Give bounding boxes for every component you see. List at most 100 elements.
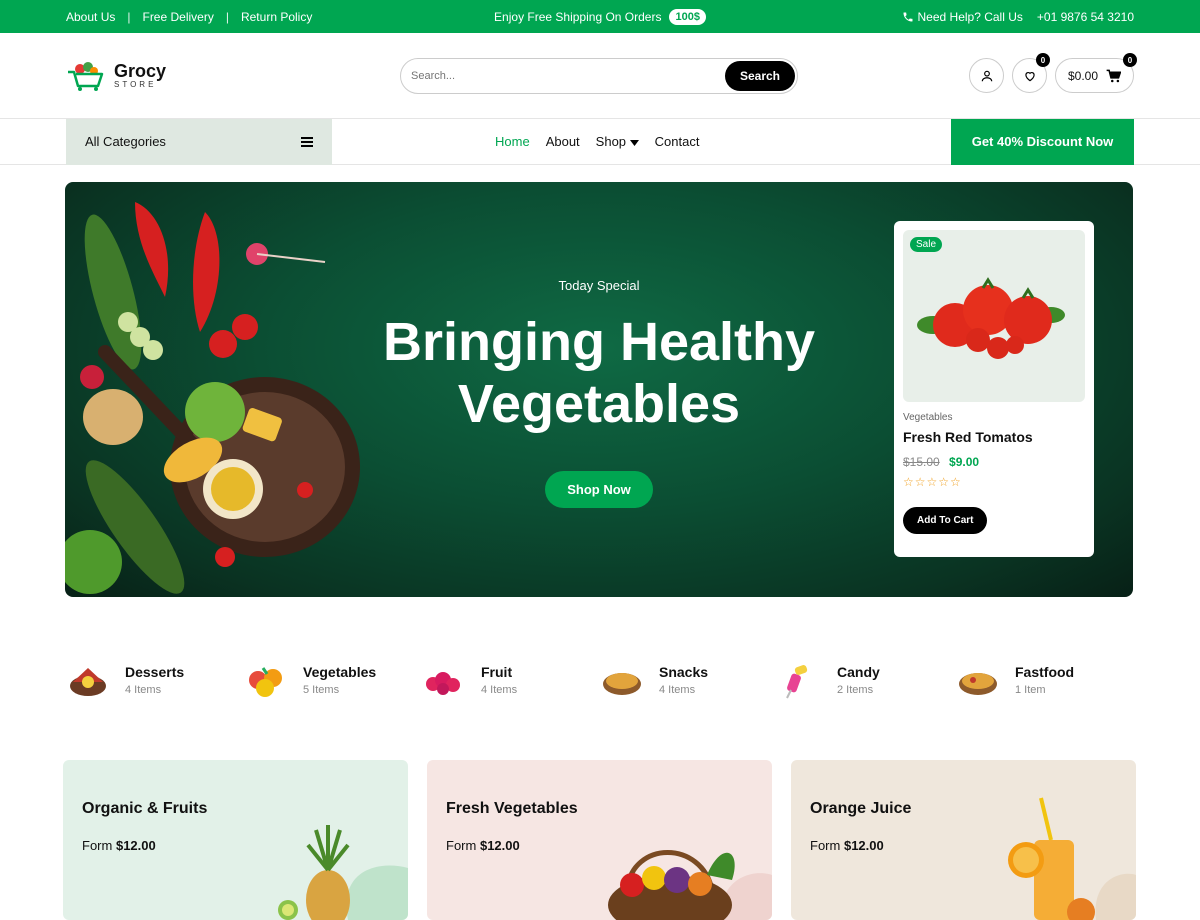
- promo-cards: Organic & Fruits Form $12.00 Fresh Veget…: [63, 760, 1136, 920]
- cart-icon: [1106, 69, 1122, 82]
- product-category: Vegetables: [903, 412, 953, 423]
- category-fruit[interactable]: Fruit 4 Items: [421, 660, 599, 700]
- phone-icon: [903, 12, 912, 21]
- promo-from-label: Form: [446, 838, 477, 853]
- desserts-icon: [70, 668, 106, 696]
- about-us-link[interactable]: About Us: [66, 10, 115, 24]
- nav-item-shop-label: Shop: [595, 134, 627, 149]
- add-to-cart-button[interactable]: Add To Cart: [903, 507, 988, 534]
- cart-button[interactable]: $0.00 0: [1055, 53, 1137, 93]
- hero-title: Bringing Healthy Vegetables: [375, 311, 823, 435]
- account-button[interactable]: [969, 58, 1004, 93]
- promo-price-value: $12.00: [115, 838, 156, 853]
- separator: |: [127, 9, 131, 24]
- shipping-threshold-badge: 100$: [669, 8, 706, 25]
- free-delivery-link[interactable]: Free Delivery: [142, 10, 213, 24]
- user-icon: [981, 70, 992, 81]
- promo-from-label: Form: [82, 838, 113, 853]
- wishlist-count: 0: [1036, 53, 1050, 67]
- shop-now-button[interactable]: Shop Now: [545, 471, 653, 508]
- category-count: 5 Items: [303, 684, 340, 696]
- snacks-icon: [603, 673, 641, 695]
- logo[interactable]: Grocy STORE: [66, 60, 166, 92]
- category-strip: Desserts 4 Items Vegetables 5 Items Frui…: [65, 660, 1133, 700]
- category-desserts[interactable]: Desserts 4 Items: [65, 660, 243, 700]
- category-count: 2 Items: [837, 684, 874, 696]
- top-links: About Us | Free Delivery | Return Policy: [66, 10, 312, 24]
- all-categories-button[interactable]: All Categories: [66, 118, 332, 165]
- category-count: 4 Items: [659, 684, 696, 696]
- shipping-promo-text: Enjoy Free Shipping On Orders: [494, 9, 662, 24]
- promo-organic-fruits[interactable]: Organic & Fruits Form $12.00: [63, 760, 408, 920]
- top-bar: About Us | Free Delivery | Return Policy…: [0, 0, 1200, 33]
- vegetables-icon: [249, 667, 282, 697]
- hero-banner: Today Special Bringing Healthy Vegetable…: [65, 182, 1133, 597]
- all-categories-label: All Categories: [85, 134, 166, 149]
- main-nav: All Categories Home About Shop Contact G…: [0, 118, 1200, 165]
- rating-stars: ☆☆☆☆☆: [903, 475, 962, 489]
- search-button[interactable]: Search: [725, 60, 795, 91]
- phone-number-link[interactable]: +01 9876 54 3210: [1037, 10, 1134, 24]
- promo-orange-juice[interactable]: Orange Juice Form $12.00: [791, 760, 1136, 920]
- help-label: Need Help? Call Us: [917, 9, 1023, 24]
- category-name: Vegetables: [303, 664, 377, 680]
- cart-total: $0.00: [1067, 68, 1099, 83]
- promo-fresh-vegetables[interactable]: Fresh Vegetables Form $12.00: [427, 760, 772, 920]
- hamburger-icon: [301, 136, 313, 147]
- product-name[interactable]: Fresh Red Tomatos: [903, 429, 1085, 445]
- separator: |: [225, 9, 229, 24]
- category-name: Fastfood: [1015, 664, 1075, 680]
- category-count: 1 Item: [1015, 684, 1046, 696]
- vegetables-illustration: [65, 202, 360, 594]
- nav-item-contact[interactable]: Contact: [655, 134, 700, 149]
- category-snacks[interactable]: Snacks 4 Items: [599, 660, 777, 700]
- logo-name: Grocy: [114, 61, 167, 81]
- category-candy[interactable]: Candy 2 Items: [777, 660, 955, 700]
- category-count: 4 Items: [125, 684, 162, 696]
- wishlist-button[interactable]: 0: [1012, 53, 1050, 93]
- nav-item-home[interactable]: Home: [495, 134, 530, 149]
- fruit-icon: [426, 672, 460, 695]
- candy-icon: [786, 665, 808, 699]
- category-name: Snacks: [659, 664, 709, 680]
- category-name: Candy: [837, 664, 880, 680]
- hero-title-line-2: Vegetables: [457, 374, 741, 434]
- help-text: Need Help? Call Us: [902, 10, 1023, 24]
- help-contact: Need Help? Call Us +01 9876 54 3210: [902, 10, 1134, 24]
- category-name: Desserts: [125, 664, 185, 680]
- hero-title-line-1: Bringing Healthy: [382, 312, 816, 372]
- header-actions: 0 $0.00 0: [969, 53, 1137, 93]
- category-vegetables[interactable]: Vegetables 5 Items: [243, 660, 421, 700]
- return-policy-link[interactable]: Return Policy: [241, 10, 312, 24]
- search-bar: Search: [400, 57, 798, 94]
- discount-cta-button[interactable]: Get 40% Discount Now: [951, 118, 1134, 165]
- sale-badge: Sale: [910, 237, 943, 252]
- fastfood-icon: [959, 673, 997, 695]
- search-input[interactable]: [411, 69, 725, 82]
- sale-price: $9.00: [949, 455, 980, 469]
- category-count: 4 Items: [481, 684, 518, 696]
- promo-price-value: $12.00: [479, 838, 520, 853]
- orange-juice-image: [1008, 797, 1136, 920]
- product-price: $15.00 $9.00: [903, 455, 1085, 469]
- nav-item-shop[interactable]: Shop: [596, 134, 639, 149]
- caret-down-icon: [629, 140, 639, 146]
- hero-subtitle: Today Special: [558, 278, 640, 293]
- pineapple-image: [278, 825, 408, 920]
- category-fastfood[interactable]: Fastfood 1 Item: [955, 660, 1133, 700]
- vegetable-basket-image: [608, 850, 772, 920]
- featured-product-card: Sale Vegetables Fresh Red Tomatos $15.00…: [894, 221, 1094, 557]
- basket-logo-icon: [68, 61, 104, 91]
- promo-price-value: $12.00: [843, 838, 884, 853]
- old-price: $15.00: [903, 455, 940, 469]
- tomatoes-image: [917, 277, 1065, 359]
- promo-from-label: Form: [810, 838, 841, 853]
- cart-count: 0: [1123, 53, 1137, 67]
- heart-icon: [1024, 71, 1035, 81]
- site-header: Grocy STORE Search 0 $0.00 0: [0, 33, 1200, 119]
- nav-menu: Home About Shop Contact: [495, 134, 699, 149]
- nav-item-about[interactable]: About: [546, 134, 580, 149]
- product-image[interactable]: Sale: [903, 230, 1085, 402]
- hero-text: Today Special Bringing Healthy Vegetable…: [375, 278, 823, 508]
- logo-subtitle: STORE: [114, 80, 157, 89]
